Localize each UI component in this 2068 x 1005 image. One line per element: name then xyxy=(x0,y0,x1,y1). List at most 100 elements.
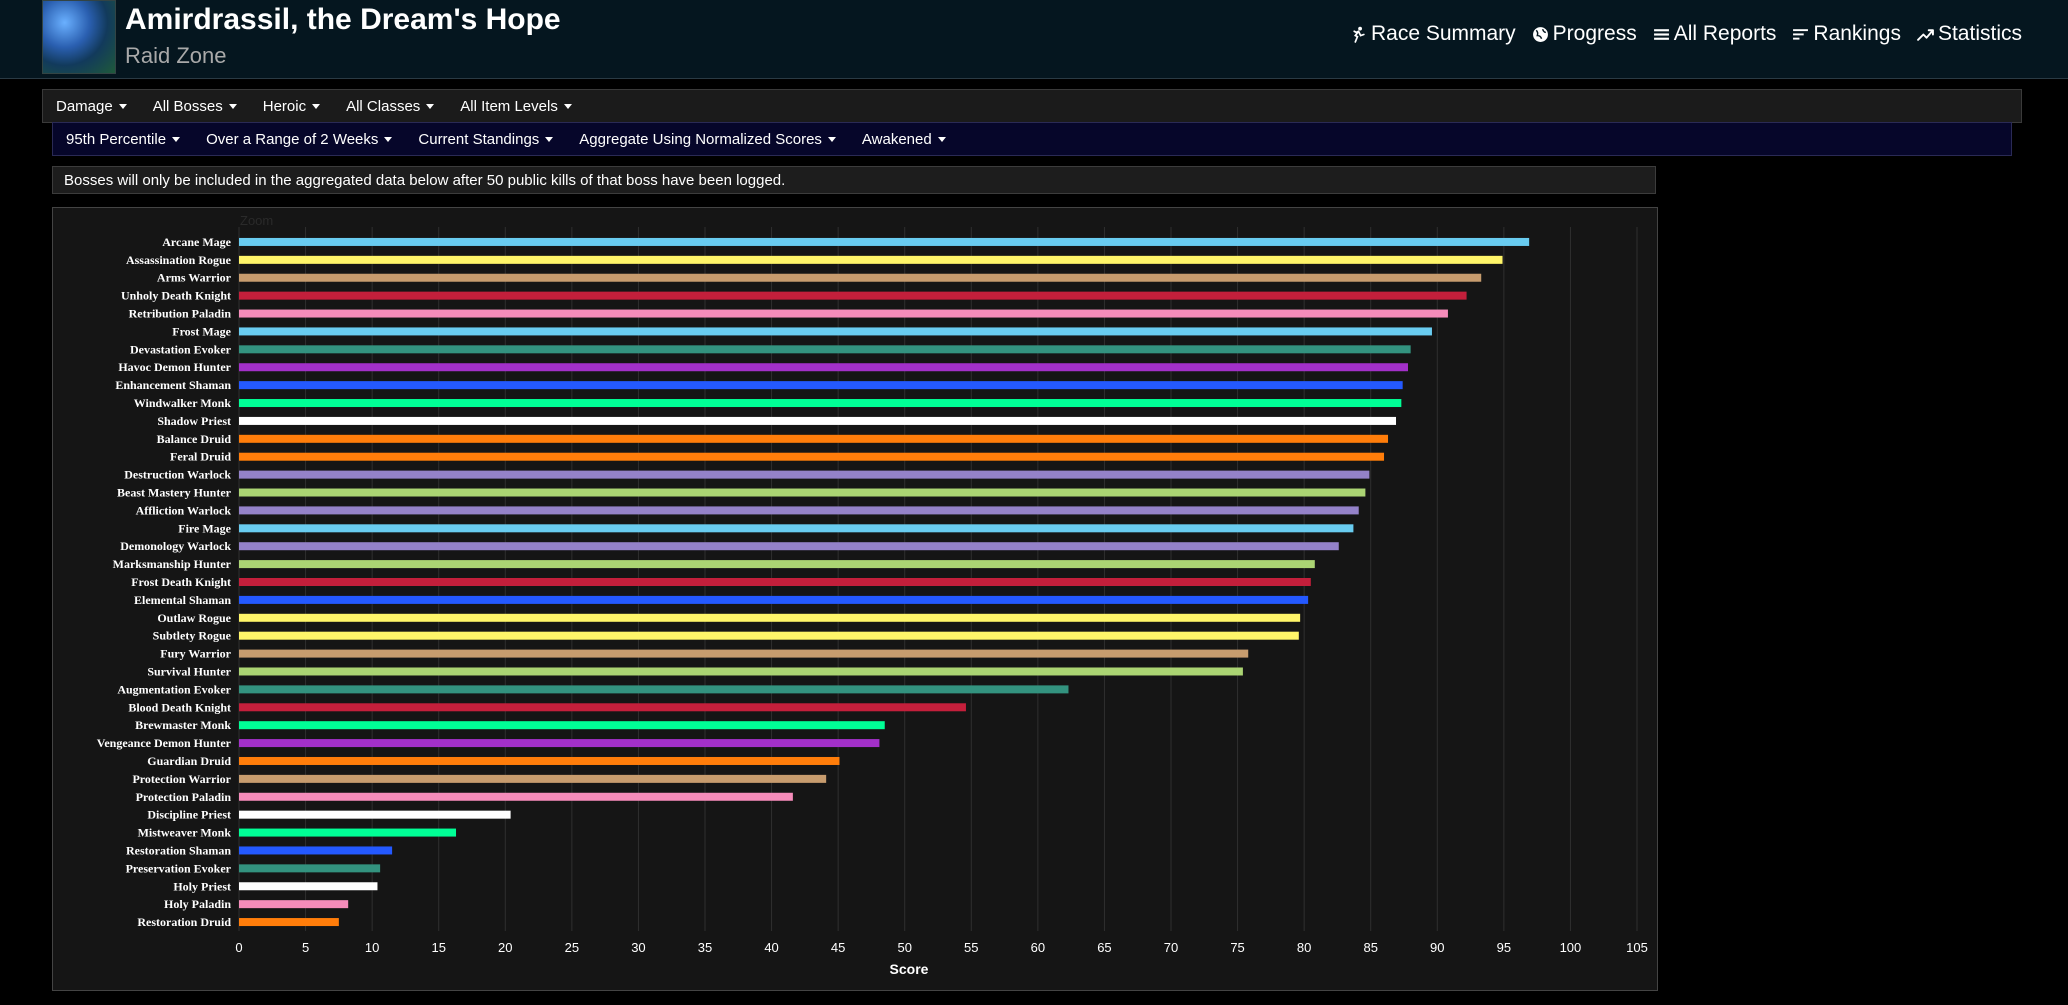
globe-icon xyxy=(1532,26,1548,42)
metric-dropdown[interactable]: Damage xyxy=(56,98,127,115)
bar xyxy=(239,560,1315,569)
nav-label: All Reports xyxy=(1673,22,1777,45)
item-level-dropdown[interactable]: All Item Levels xyxy=(460,98,572,115)
bar xyxy=(239,810,511,819)
boss-dropdown[interactable]: All Bosses xyxy=(153,98,237,115)
x-tick-label: 50 xyxy=(897,940,911,955)
bar xyxy=(239,739,880,748)
dropdown-label: Awakened xyxy=(861,130,932,148)
nav-progress[interactable]: Progress xyxy=(1532,22,1637,46)
x-tick-label: 60 xyxy=(1031,940,1045,955)
bar xyxy=(239,828,457,837)
dropdown-label: Over a Range of 2 Weeks xyxy=(206,130,379,148)
x-tick-label: 30 xyxy=(631,940,645,955)
bar xyxy=(239,345,1411,354)
category-label: Holy Paladin xyxy=(164,897,231,911)
nav-race-summary[interactable]: Race Summary xyxy=(1350,22,1516,46)
x-tick-label: 0 xyxy=(235,940,242,955)
x-tick-label: 35 xyxy=(698,940,712,955)
x-tick-label: 80 xyxy=(1297,940,1311,955)
season-dropdown[interactable]: Awakened xyxy=(862,131,946,148)
bar xyxy=(239,595,1309,604)
rankings-icon xyxy=(1793,28,1809,40)
filter-bar-primary: Damage All Bosses Heroic All Classes All… xyxy=(42,89,2022,123)
category-label: Demonology Warlock xyxy=(120,539,231,553)
nav-all-reports[interactable]: All Reports xyxy=(1653,22,1777,46)
standings-dropdown[interactable]: Current Standings xyxy=(418,130,554,148)
bar xyxy=(239,291,1467,300)
x-tick-label: 95 xyxy=(1497,940,1511,955)
x-tick-label: 20 xyxy=(498,940,512,955)
header-bar: Amirdrassil, the Dream's Hope Raid Zone … xyxy=(0,0,2068,79)
caret-down-icon xyxy=(545,137,554,143)
bar xyxy=(239,846,393,855)
dropdown-label: All Classes xyxy=(346,97,421,115)
score-bar-chart: 0 5 10 15 20 25 30 35 40 45 50 55 60 65 70 75 80 85 90 95 10… xyxy=(97,227,1648,977)
zone-image xyxy=(42,0,116,74)
x-tick-label: 70 xyxy=(1164,940,1178,955)
bar xyxy=(239,685,1069,694)
dropdown-label: Aggregate Using Normalized Scores xyxy=(579,130,822,148)
category-label: Preservation Evoker xyxy=(126,861,232,875)
category-label: Brewmaster Monk xyxy=(135,718,231,732)
chart-panel: Zoom 0 5 10 15 20 25 30 35 40 45 50 55 60 65 70 75 80 85 9… xyxy=(52,207,1658,991)
category-label: Elemental Shaman xyxy=(134,593,231,607)
category-label: Guardian Druid xyxy=(147,754,231,768)
caret-down-icon xyxy=(384,137,393,143)
category-label: Holy Priest xyxy=(173,879,231,893)
bar xyxy=(239,452,1385,461)
bar xyxy=(239,273,1482,282)
bar xyxy=(239,506,1359,515)
x-tick-label: 90 xyxy=(1430,940,1444,955)
bar xyxy=(239,631,1299,640)
category-label: Balance Druid xyxy=(157,432,232,446)
category-label: Devastation Evoker xyxy=(130,342,232,356)
dropdown-label: All Item Levels xyxy=(460,97,558,115)
bar xyxy=(239,399,1402,408)
category-label: Windwalker Monk xyxy=(134,396,232,410)
bar xyxy=(239,721,885,730)
difficulty-dropdown[interactable]: Heroic xyxy=(263,98,321,115)
caret-down-icon xyxy=(312,104,321,110)
aggregate-dropdown[interactable]: Aggregate Using Normalized Scores xyxy=(579,131,836,148)
dropdown-label: Current Standings xyxy=(418,130,540,148)
notice-banner: Bosses will only be included in the aggr… xyxy=(52,166,1656,194)
bar xyxy=(239,613,1301,622)
caret-down-icon xyxy=(563,104,572,110)
category-label: Frost Mage xyxy=(172,324,231,338)
list-icon xyxy=(1653,28,1669,40)
nav-label: Statistics xyxy=(1937,22,2022,45)
bar xyxy=(239,918,339,927)
bar xyxy=(239,524,1354,533)
x-tick-label: 15 xyxy=(431,940,445,955)
nav-label: Progress xyxy=(1552,22,1637,45)
percentile-dropdown[interactable]: 95th Percentile xyxy=(66,131,181,148)
x-tick-label: 10 xyxy=(365,940,379,955)
category-label: Arms Warrior xyxy=(157,271,232,285)
page-title: Amirdrassil, the Dream's Hope xyxy=(125,3,561,36)
bar xyxy=(239,882,378,891)
category-label: Marksmanship Hunter xyxy=(113,557,232,571)
range-dropdown[interactable]: Over a Range of 2 Weeks xyxy=(206,130,393,148)
x-tick-label: 75 xyxy=(1230,940,1244,955)
nav-statistics[interactable]: Statistics xyxy=(1917,22,2022,46)
category-label: Restoration Shaman xyxy=(126,843,231,857)
page-subtitle: Raid Zone xyxy=(125,43,227,68)
x-tick-label: 55 xyxy=(964,940,978,955)
caret-down-icon xyxy=(118,104,127,110)
category-label: Beast Mastery Hunter xyxy=(117,486,232,500)
category-label: Fire Mage xyxy=(178,521,231,535)
x-tick-label: 65 xyxy=(1097,940,1111,955)
bar xyxy=(239,864,381,873)
class-dropdown[interactable]: All Classes xyxy=(346,97,435,115)
bar xyxy=(239,649,1249,658)
category-label: Affliction Warlock xyxy=(136,503,232,517)
x-tick-label: 100 xyxy=(1560,940,1582,955)
caret-down-icon xyxy=(937,137,946,143)
nav-label: Race Summary xyxy=(1370,22,1516,45)
x-tick-label: 45 xyxy=(831,940,845,955)
bar xyxy=(239,900,349,909)
nav-label: Rankings xyxy=(1813,22,1901,45)
bar xyxy=(239,488,1366,497)
nav-rankings[interactable]: Rankings xyxy=(1792,22,1901,46)
